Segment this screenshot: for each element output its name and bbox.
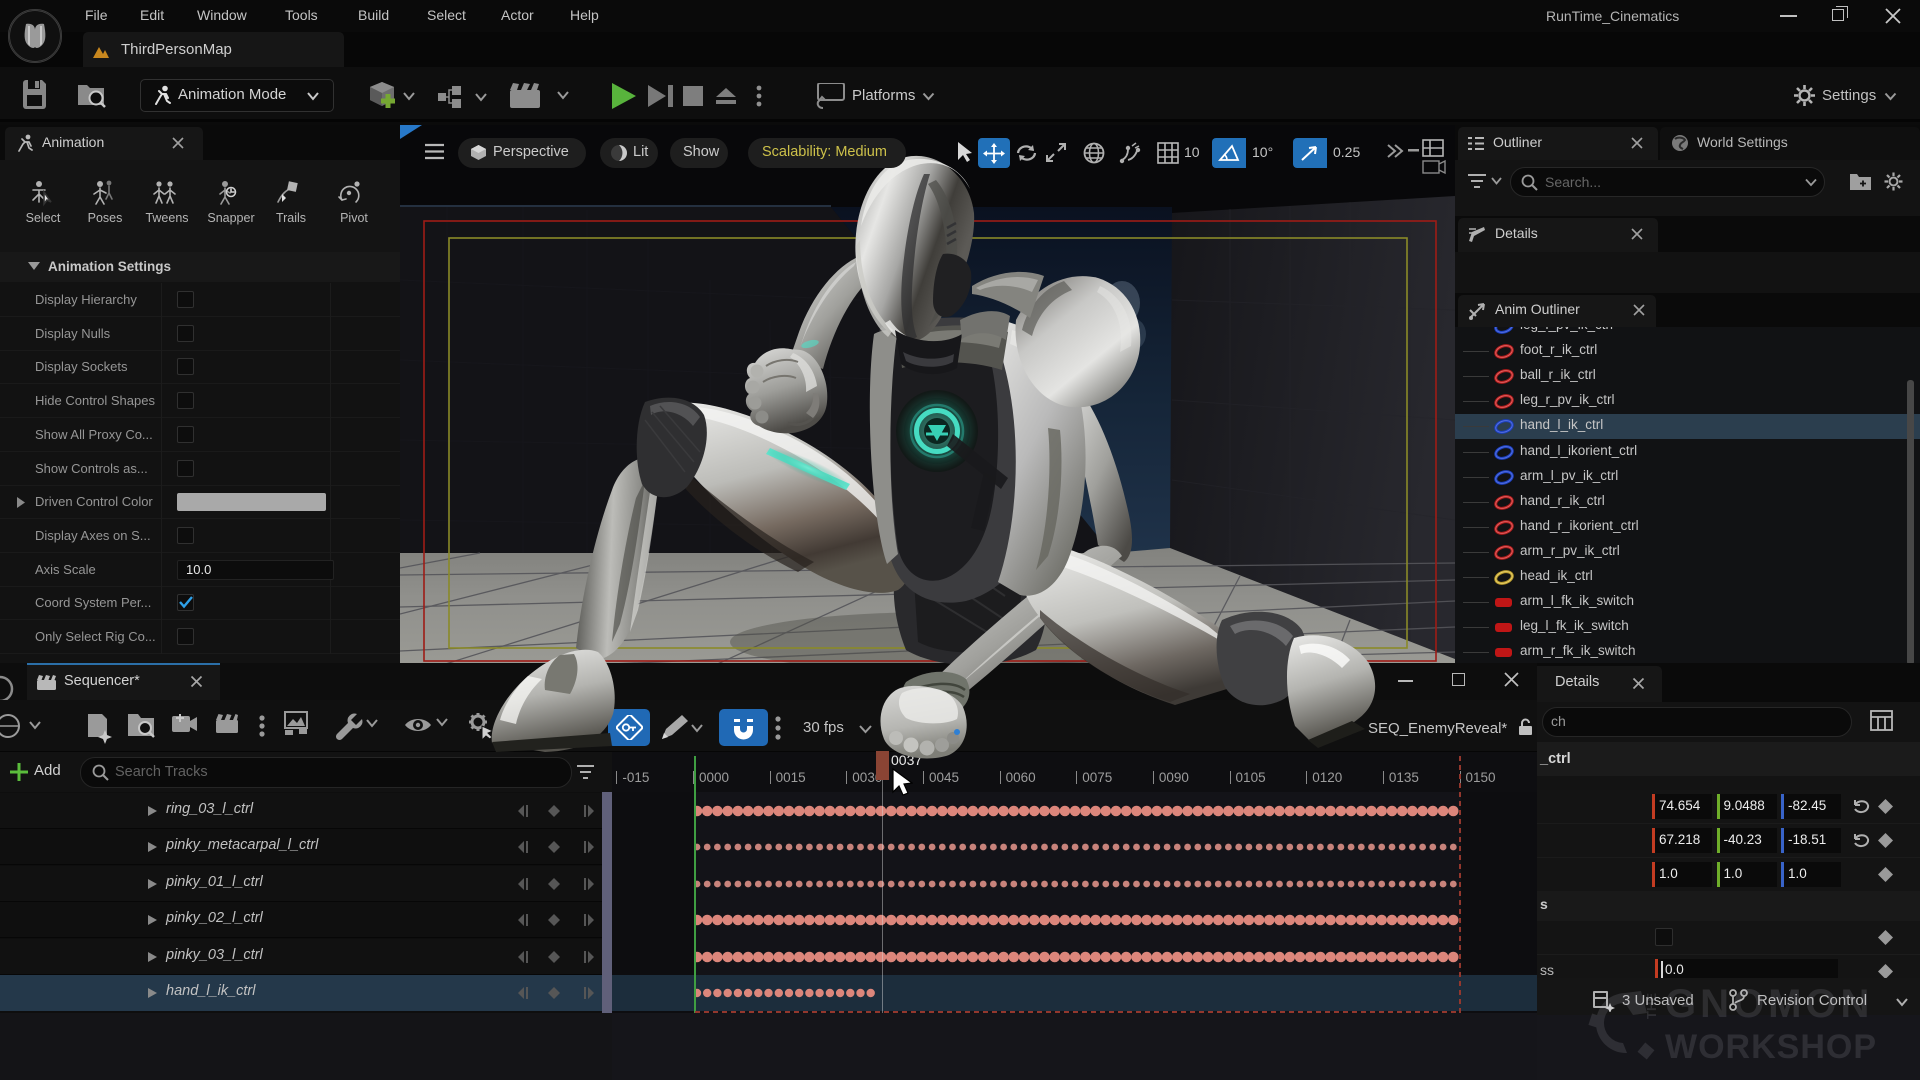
svg-text:Pivot: Pivot [340, 211, 368, 225]
svg-text:Select: Select [26, 211, 61, 225]
svg-text:Snapper: Snapper [207, 211, 254, 225]
svg-text:THE: THE [1644, 993, 1659, 1019]
svg-text:Tweens: Tweens [145, 211, 188, 225]
svg-text:Trails: Trails [276, 211, 306, 225]
svg-text:WORKSHOP: WORKSHOP [1665, 1028, 1877, 1066]
svg-text:GNOMON: GNOMON [1665, 982, 1873, 1026]
svg-text:Poses: Poses [88, 211, 123, 225]
